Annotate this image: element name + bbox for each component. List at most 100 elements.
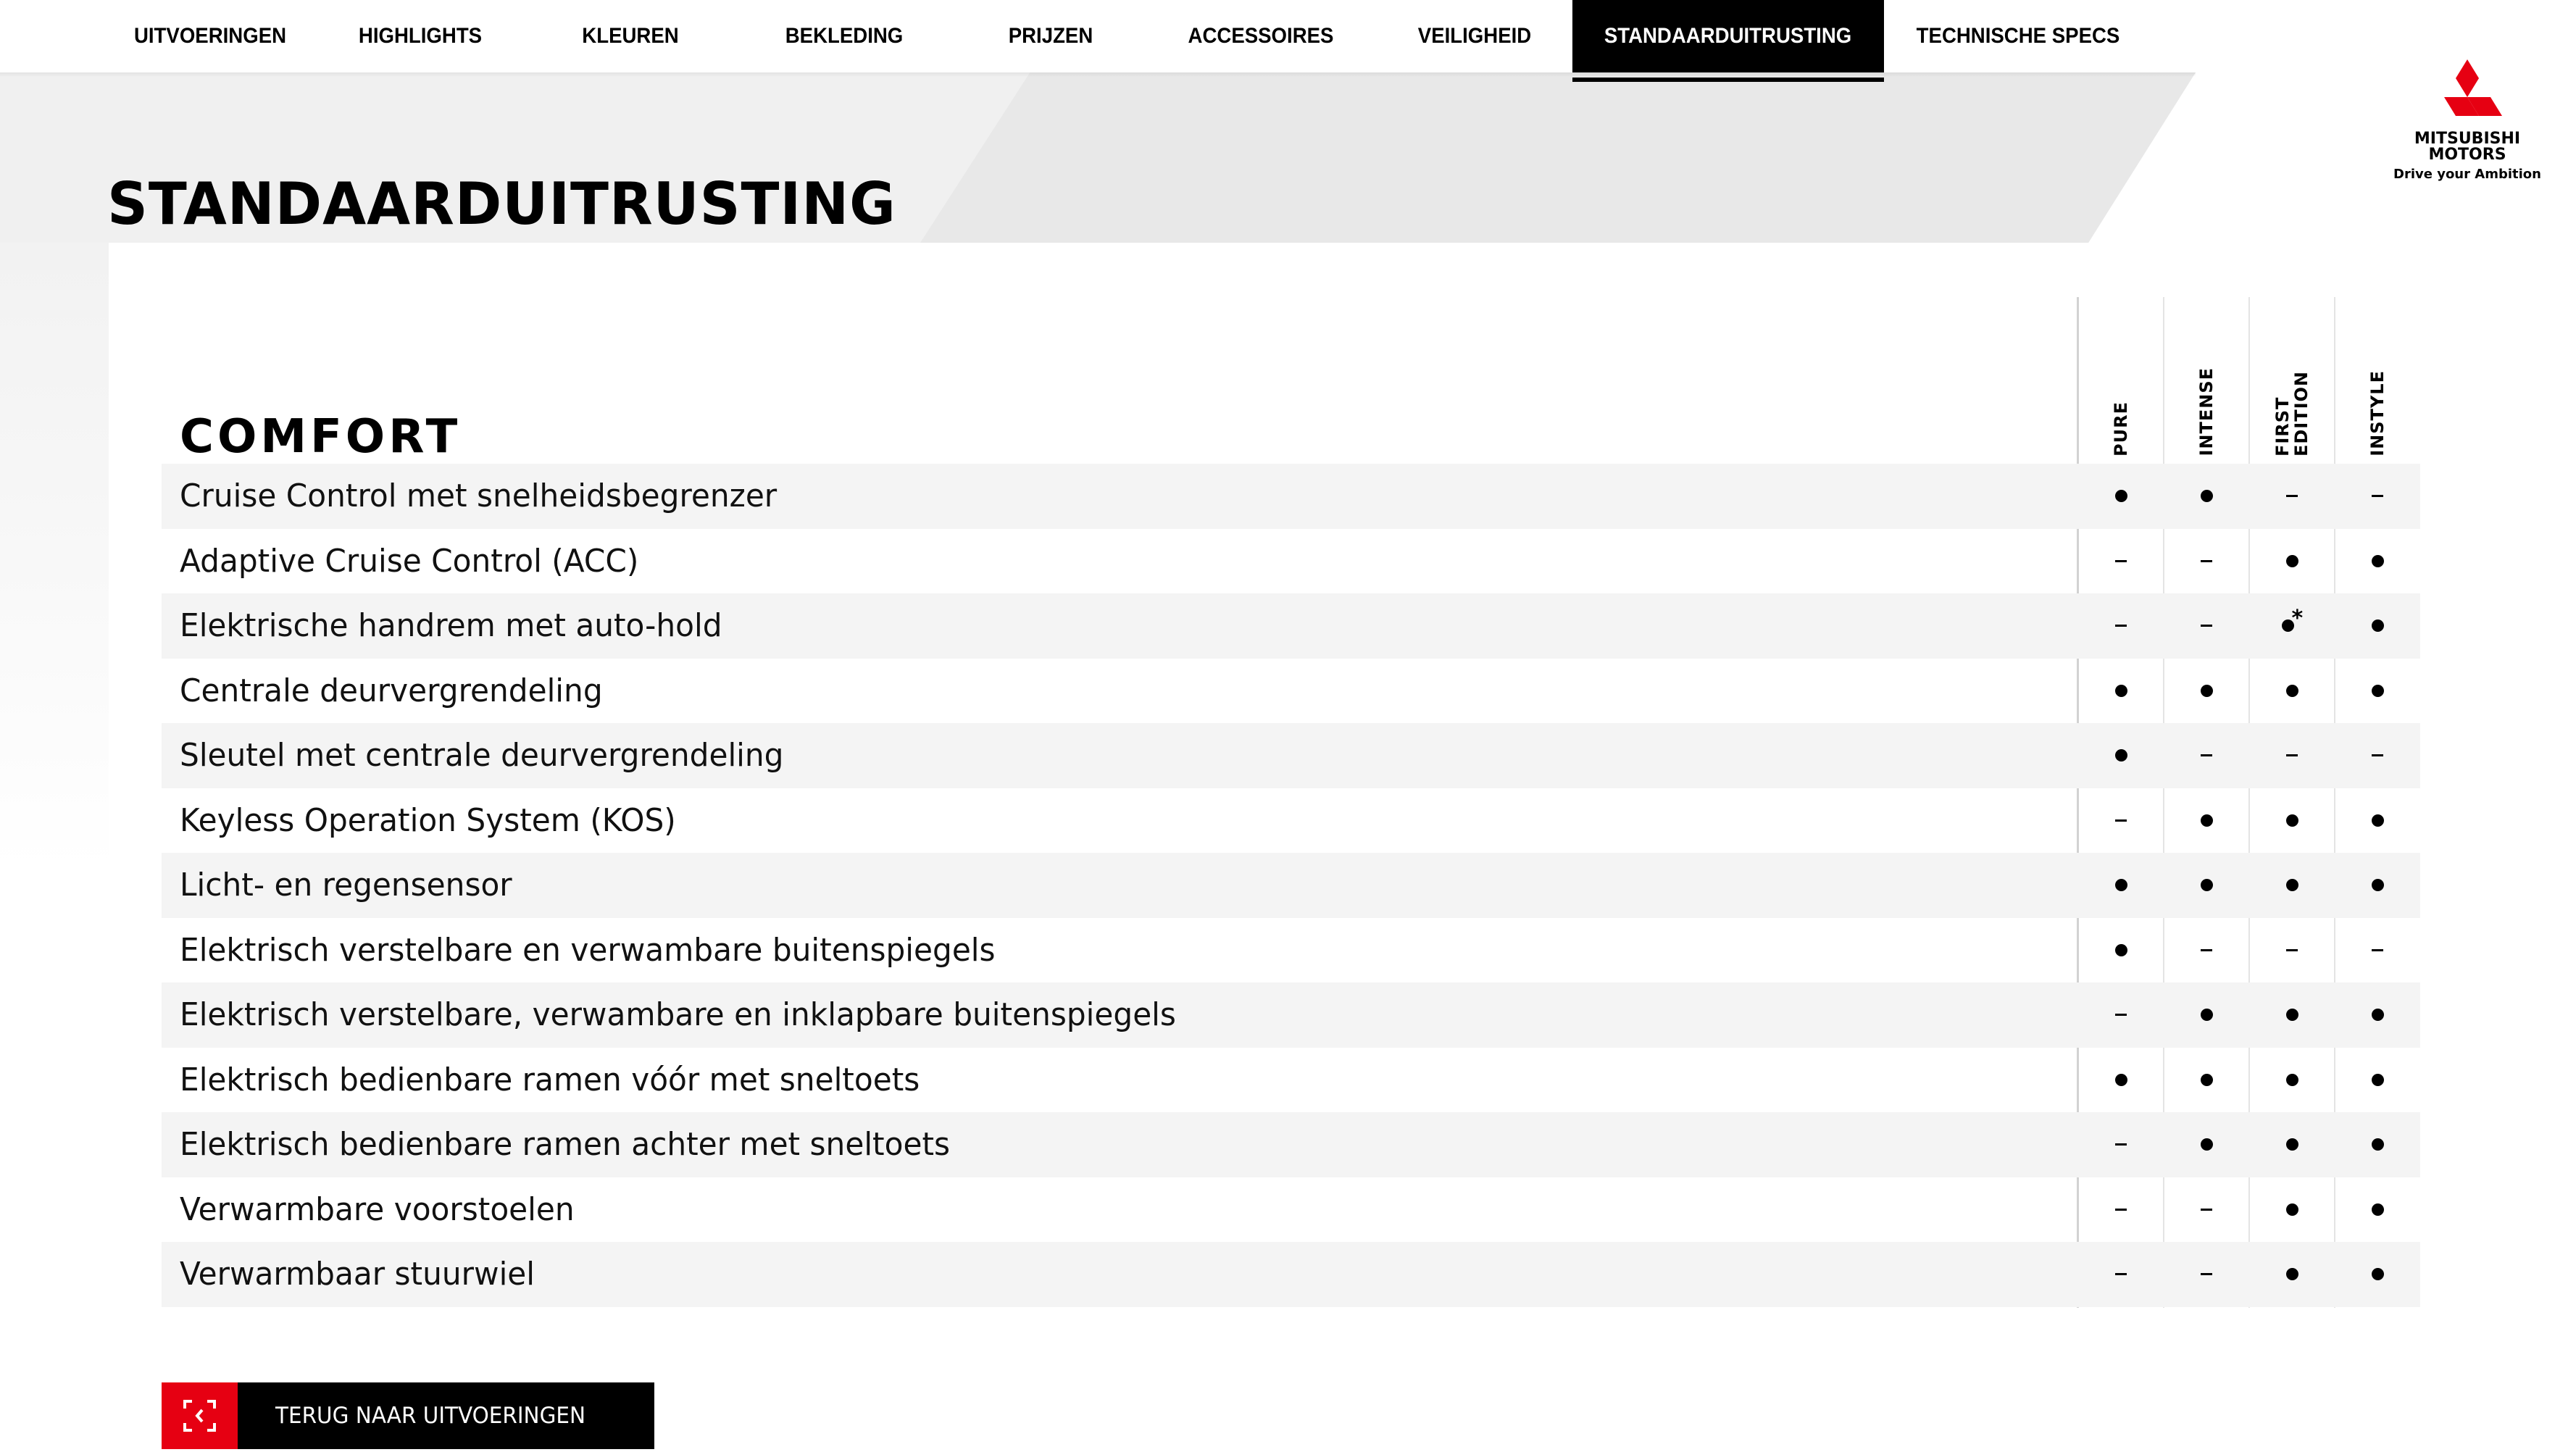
table-cell: [2335, 659, 2420, 724]
table-cell: [2078, 723, 2164, 788]
standard-dot-icon: [2285, 1009, 2298, 1022]
table-row: Keyless Operation System (KOS): [162, 788, 2420, 854]
feature-label: Keyless Operation System (KOS): [180, 801, 676, 839]
standard-dot-icon: [2371, 554, 2384, 567]
not-available-dash-icon: [2286, 754, 2298, 757]
table-cell: [2078, 659, 2164, 724]
table-cell: [2335, 529, 2420, 594]
table-cell: [2249, 529, 2335, 594]
column-header-label: INSTYLE: [2367, 370, 2388, 456]
standard-dot-icon: [2114, 684, 2127, 697]
standard-dot-icon: [2285, 684, 2298, 697]
table-cell: [2078, 464, 2164, 529]
table-cell: [2164, 982, 2249, 1048]
table-cell: [2164, 529, 2249, 594]
standard-dot-icon: [2371, 1268, 2384, 1281]
table-cell: [2078, 1112, 2164, 1177]
table-cell: [2335, 788, 2420, 854]
table-row: Elektrisch bedienbare ramen vóór met sne…: [162, 1048, 2420, 1113]
nav-item-label: STANDAARDUITRUSTING: [1604, 24, 1852, 48]
standard-dot-icon: [2285, 1203, 2298, 1216]
nav-item-bekleding[interactable]: BEKLEDING: [761, 0, 928, 72]
table-cell: [2078, 529, 2164, 594]
table-cell: [2249, 982, 2335, 1048]
column-header-pure: PURE: [2078, 297, 2164, 456]
feature-label: Elektrisch verstelbare, verwambare en in…: [180, 996, 1176, 1034]
table-row: Verwarmbare voorstoelen: [162, 1177, 2420, 1243]
table-cell: [2335, 723, 2420, 788]
standard-dot-icon: [2200, 490, 2213, 503]
table-cell: [2249, 788, 2335, 854]
nav-item-prijzen[interactable]: PRIJZEN: [978, 0, 1124, 72]
table-cell: [2249, 464, 2335, 529]
standard-dot-icon: [2285, 554, 2298, 567]
back-to-uitvoeringen-button[interactable]: TERUG NAAR UITVOERINGEN: [162, 1382, 654, 1449]
table-cell: [2164, 1112, 2249, 1177]
feature-label: Verwarmbaar stuurwiel: [180, 1256, 535, 1293]
standard-dot-icon: [2114, 879, 2127, 892]
standard-dot-icon: [2371, 1203, 2384, 1216]
feature-label: Cruise Control met snelheidsbegrenzer: [180, 477, 778, 515]
nav-item-uitvoeringen[interactable]: UITVOERINGEN: [123, 0, 296, 72]
nav-item-accessoires[interactable]: ACCESSOIRES: [1167, 0, 1354, 72]
table-cell: [2078, 918, 2164, 983]
nav-item-standaarduitrusting[interactable]: STANDAARDUITRUSTING: [1572, 0, 1884, 72]
table-cell: [2078, 593, 2164, 659]
feature-table: Cruise Control met snelheidsbegrenzer Ada…: [162, 464, 2420, 1307]
standard-dot-icon: [2200, 879, 2213, 892]
not-available-dash-icon: [2286, 948, 2298, 951]
not-available-dash-icon: [2115, 625, 2127, 627]
feature-label: Centrale deurvergrendeling: [180, 672, 603, 709]
standard-dot-icon: [2200, 814, 2213, 827]
table-cell: [2164, 853, 2249, 918]
table-cell: [2335, 1242, 2420, 1307]
standard-dot-icon: [2371, 1073, 2384, 1086]
table-cell: [2078, 982, 2164, 1048]
table-cell: [2249, 1048, 2335, 1113]
not-available-dash-icon: [2201, 1208, 2212, 1211]
nav-item-veiligheid[interactable]: VEILIGHEID: [1391, 0, 1558, 72]
not-available-dash-icon: [2372, 948, 2383, 951]
not-available-dash-icon: [2201, 625, 2212, 627]
logo-line-1: MITSUBISHI: [2414, 130, 2521, 148]
table-row: Elektrisch verstelbare en verwambare bui…: [162, 918, 2420, 983]
column-header-intense: INTENSE: [2164, 297, 2249, 456]
table-row: Cruise Control met snelheidsbegrenzer: [162, 464, 2420, 529]
table-cell: [2249, 1177, 2335, 1243]
table-row: Sleutel met centrale deurvergrendeling: [162, 723, 2420, 788]
feature-label: Licht- en regensensor: [180, 867, 512, 904]
logo-tagline: Drive your Ambition: [2393, 167, 2541, 182]
table-cell: [2164, 464, 2249, 529]
table-cell: [2335, 1048, 2420, 1113]
standard-dot-icon: [2285, 879, 2298, 892]
column-header-label: FIRST EDITION: [2272, 370, 2312, 456]
column-header-instyle: INSTYLE: [2335, 297, 2420, 456]
brand-logo[interactable]: MITSUBISHI MOTORS Drive your Ambition: [2384, 58, 2551, 196]
table-cell: [2249, 659, 2335, 724]
mitsubishi-three-diamonds-icon: [2444, 59, 2502, 116]
feature-label: Elektrisch bedienbare ramen vóór met sne…: [180, 1061, 920, 1098]
table-cell: [2164, 659, 2249, 724]
table-cell: [2164, 1048, 2249, 1113]
standard-dot-icon: *: [2281, 608, 2303, 633]
standard-dot-icon: [2200, 684, 2213, 697]
table-cell: [2078, 1177, 2164, 1243]
standard-dot-icon: [2114, 490, 2127, 503]
table-cell: [2335, 593, 2420, 659]
table-cell: [2164, 1242, 2249, 1307]
column-header-label: INTENSE: [2196, 367, 2217, 456]
table-cell: [2335, 464, 2420, 529]
not-available-dash-icon: [2372, 495, 2383, 498]
nav-item-kleuren[interactable]: KLEUREN: [557, 0, 704, 72]
table-cell: [2164, 918, 2249, 983]
table-cell: [2078, 1048, 2164, 1113]
table-cell: [2249, 918, 2335, 983]
nav-item-technische-specs[interactable]: TECHNISCHE SPECS: [1908, 0, 2128, 72]
not-available-dash-icon: [2201, 559, 2212, 562]
nav-shadow: [0, 72, 2196, 77]
footnote-asterisk: *: [2291, 606, 2304, 632]
not-available-dash-icon: [2115, 819, 2127, 822]
table-row: Elektrisch bedienbare ramen achter met s…: [162, 1112, 2420, 1177]
table-cell: [2335, 853, 2420, 918]
nav-item-highlights[interactable]: HIGHLIGHTS: [341, 0, 501, 72]
